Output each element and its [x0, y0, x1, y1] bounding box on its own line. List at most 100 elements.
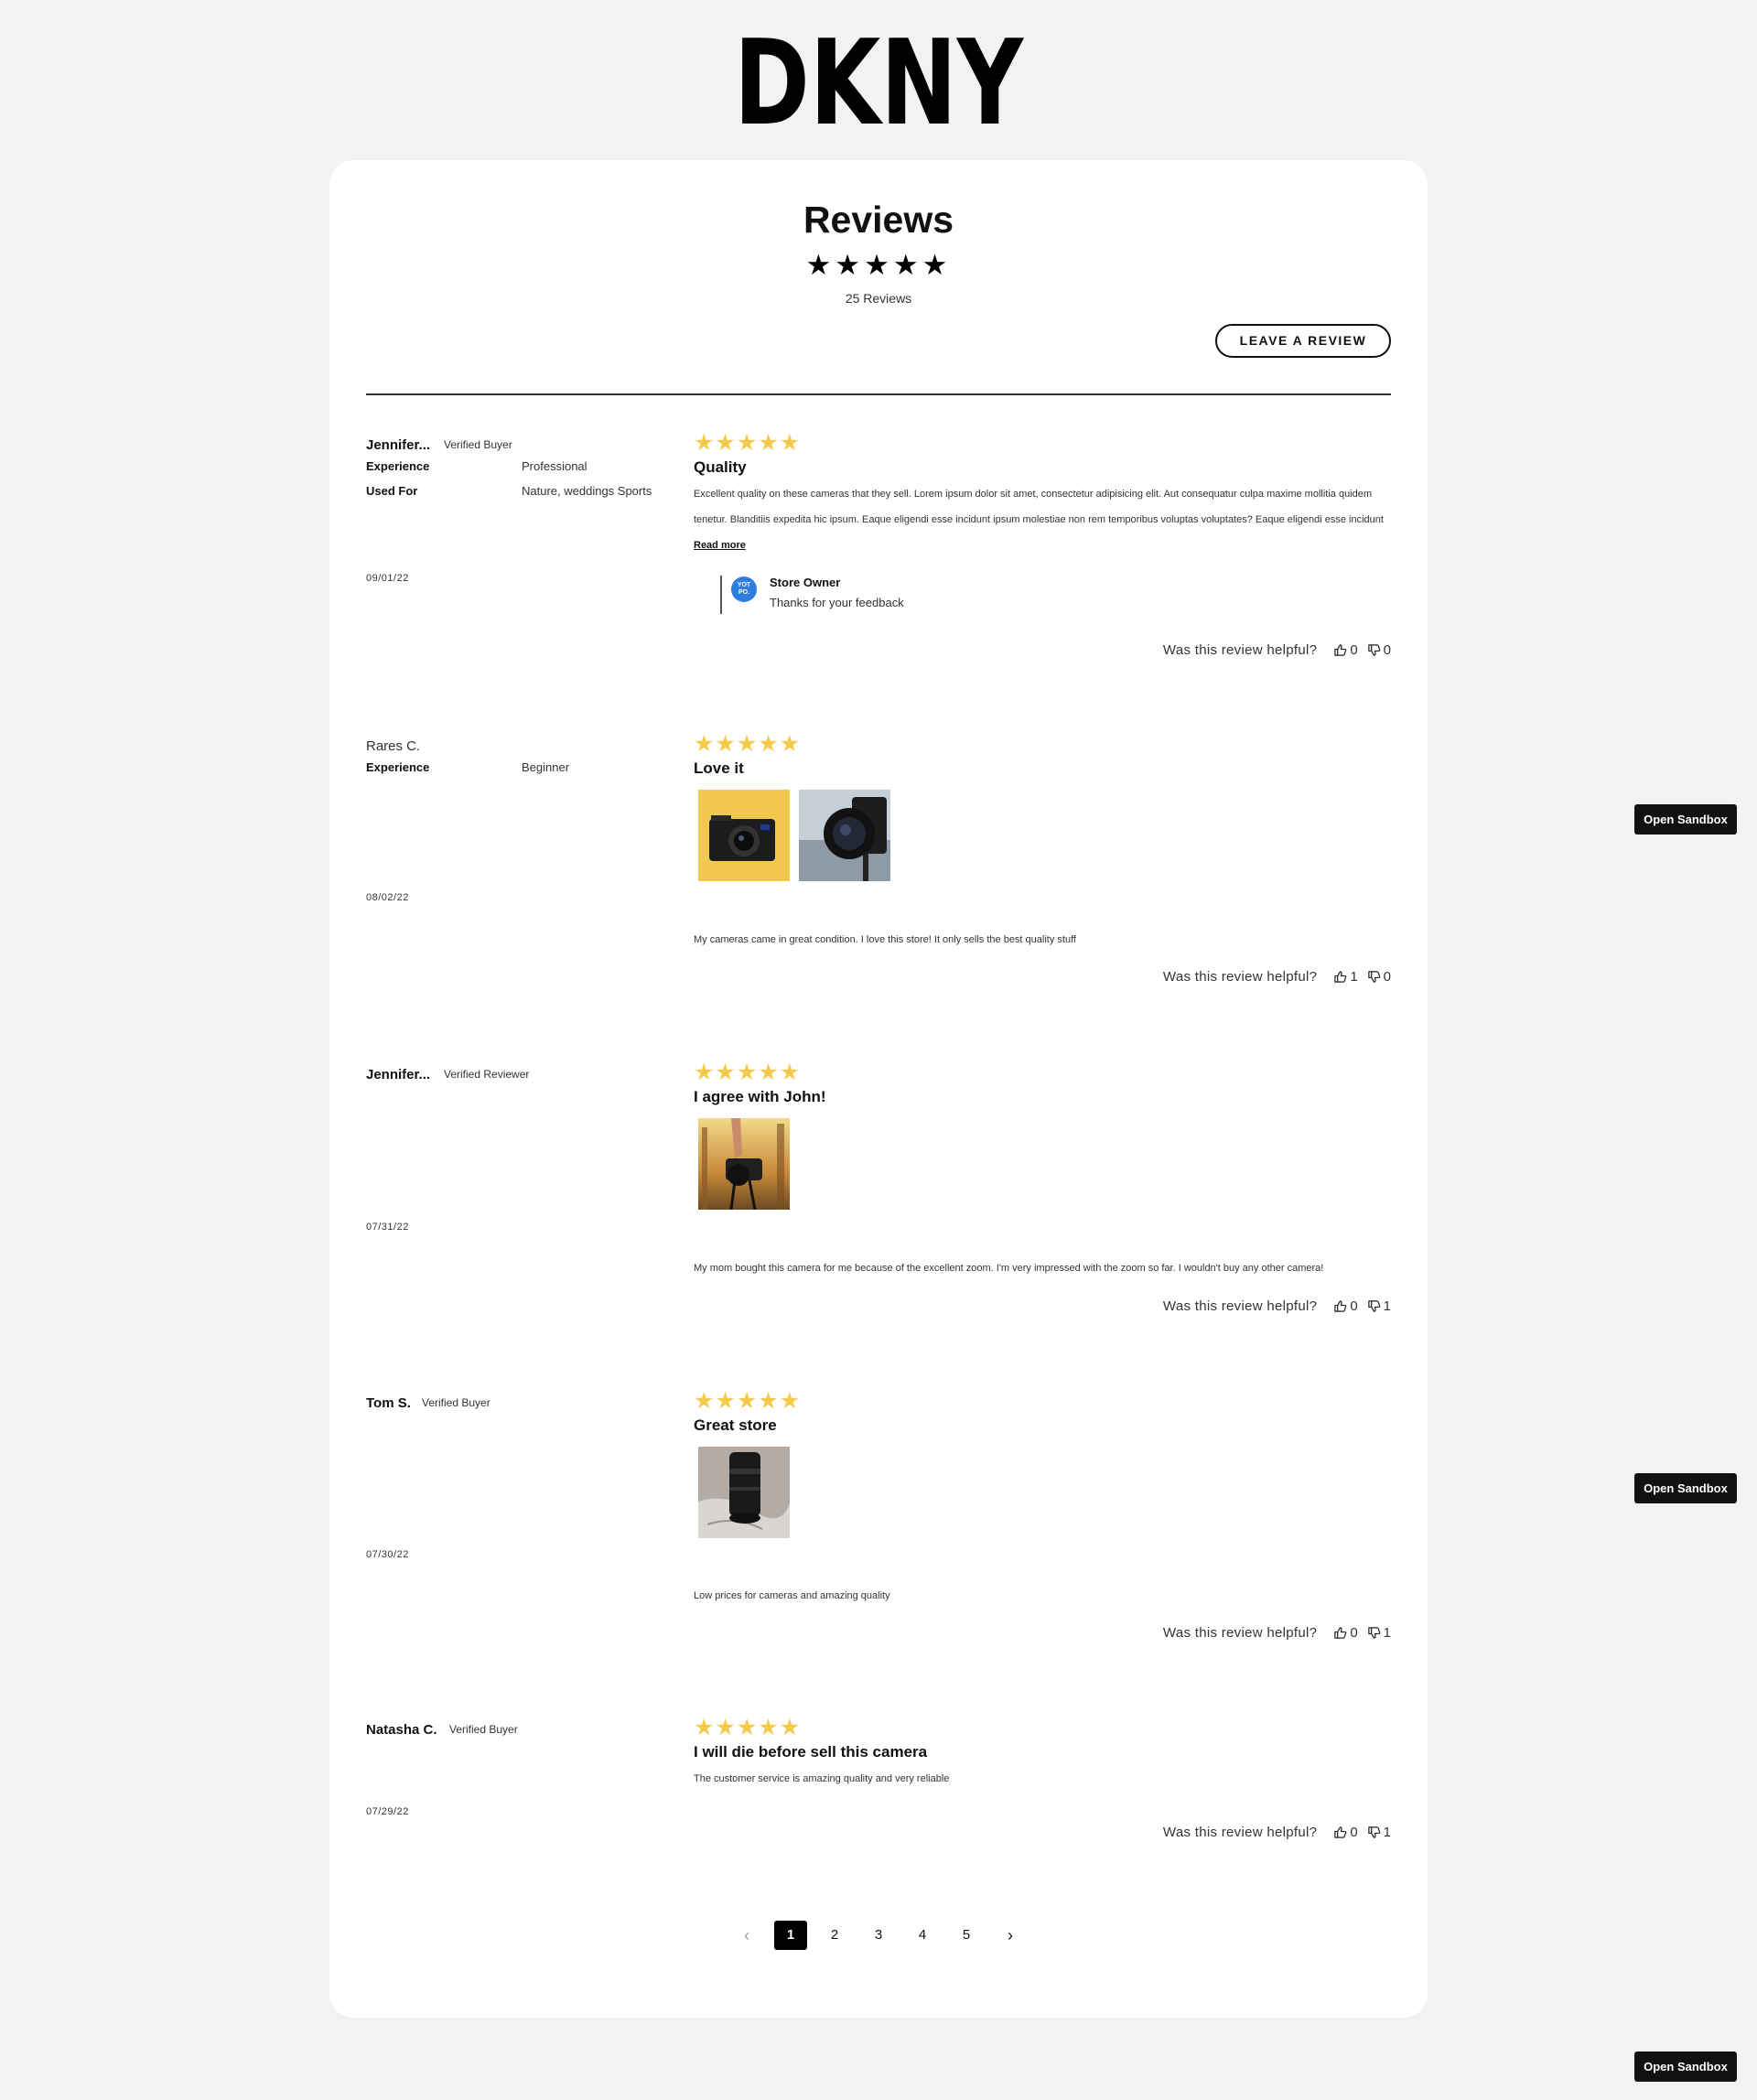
helpful-no-button[interactable]: 0: [1367, 969, 1391, 985]
helpful-yes-button[interactable]: 1: [1333, 969, 1358, 985]
thumbs-up-icon: [1334, 644, 1347, 656]
attribute-label: Used For: [366, 484, 418, 498]
review-stars: ★★★★★: [694, 1388, 802, 1414]
reviews-header: Reviews ★★★★★ 25 Reviews LEAVE A REVIEW: [329, 160, 1428, 396]
store-owner-reply: YOT PO. Store Owner Thanks for your feedba…: [720, 576, 995, 614]
review-title: Great store: [694, 1416, 777, 1434]
camera-hand-photo-icon: [698, 1118, 790, 1210]
helpful-yes-button[interactable]: 0: [1333, 642, 1358, 658]
page-5-button[interactable]: 5: [950, 1921, 983, 1950]
camera-photo-icon: [698, 790, 790, 881]
review-text: My cameras came in great condition. I lo…: [694, 934, 1076, 945]
review-photo[interactable]: [799, 790, 890, 881]
review-date: 07/31/22: [366, 1222, 409, 1233]
thumbs-up-icon: [1334, 1826, 1347, 1838]
page-4-button[interactable]: 4: [906, 1921, 939, 1950]
review-item: Jennifer... Verified Buyer Experience Pr…: [366, 396, 1391, 696]
helpful-no-button[interactable]: 1: [1367, 1298, 1391, 1314]
thumbs-down-icon: [1367, 644, 1380, 656]
review-text: My mom bought this camera for me because…: [694, 1263, 1324, 1274]
helpful-no-count: 0: [1383, 642, 1391, 658]
prev-page-button[interactable]: ‹: [730, 1921, 763, 1950]
reviewer-name: Tom S.: [366, 1395, 411, 1411]
helpful-row: Was this review helpful? 0 1: [1163, 1625, 1391, 1641]
helpful-no-count: 1: [1383, 1625, 1391, 1641]
review-body: My mom bought this camera for me because…: [694, 1255, 1389, 1281]
helpful-yes-count: 0: [1350, 1825, 1358, 1840]
page-1-button[interactable]: 1: [774, 1921, 807, 1950]
review-title: I agree with John!: [694, 1088, 826, 1105]
helpful-row: Was this review helpful? 0 1: [1163, 1825, 1391, 1840]
attribute-value: Nature, weddings Sports: [522, 484, 652, 498]
review-item: Rares C. Experience Beginner 08/02/22 ★★…: [366, 697, 1391, 1026]
verified-badge: Verified Buyer: [444, 438, 512, 451]
review-stars: ★★★★★: [694, 1060, 802, 1085]
open-sandbox-button[interactable]: Open Sandbox: [1634, 2052, 1737, 2082]
review-item: Tom S. Verified Buyer 07/30/22 ★★★★★ Gre…: [366, 1354, 1391, 1681]
open-sandbox-button[interactable]: Open Sandbox: [1634, 1473, 1737, 1503]
next-page-button[interactable]: ›: [994, 1921, 1027, 1950]
helpful-yes-button[interactable]: 0: [1333, 1825, 1358, 1840]
reviewer-name: Jennifer...: [366, 1067, 431, 1082]
divider: [366, 393, 1391, 395]
thumbs-down-icon: [1367, 1826, 1380, 1838]
attribute-value: Beginner: [522, 760, 570, 774]
review-body: Excellent quality on these cameras that …: [694, 481, 1389, 558]
reviewer-name: Rares C.: [366, 738, 421, 754]
thumbs-down-icon: [1367, 1300, 1380, 1312]
review-date: 07/29/22: [366, 1806, 409, 1817]
helpful-row: Was this review helpful? 1 0: [1163, 969, 1391, 985]
average-rating-stars: ★★★★★: [805, 249, 952, 281]
store-avatar: YOT PO.: [731, 576, 757, 602]
helpful-question: Was this review helpful?: [1162, 1825, 1318, 1840]
attribute-value: Professional: [522, 459, 587, 473]
reviewer-name: Natasha C.: [366, 1722, 437, 1738]
helpful-no-button[interactable]: 1: [1367, 1625, 1391, 1641]
review-date: 08/02/22: [366, 892, 409, 903]
review-text: Low prices for cameras and amazing quali…: [694, 1590, 890, 1601]
helpful-yes-count: 0: [1350, 1625, 1358, 1641]
verified-badge: Verified Reviewer: [444, 1068, 530, 1081]
helpful-yes-button[interactable]: 0: [1333, 1625, 1358, 1641]
page-3-button[interactable]: 3: [862, 1921, 895, 1950]
review-photo[interactable]: [698, 1118, 790, 1210]
owner-message: Thanks for your feedback: [770, 596, 904, 609]
review-body: Low prices for cameras and amazing quali…: [694, 1583, 1389, 1609]
review-photo[interactable]: [698, 1447, 790, 1538]
review-item: Natasha C. Verified Buyer 07/29/22 ★★★★★…: [366, 1681, 1391, 1880]
review-body: The customer service is amazing quality …: [694, 1766, 1389, 1792]
review-text: The customer service is amazing quality …: [694, 1773, 950, 1784]
open-sandbox-button[interactable]: Open Sandbox: [1634, 804, 1737, 835]
review-text: Excellent quality on these cameras that …: [694, 489, 1384, 525]
review-item: Jennifer... Verified Reviewer 07/31/22 ★…: [366, 1026, 1391, 1354]
review-stars: ★★★★★: [694, 430, 802, 456]
helpful-no-button[interactable]: 0: [1367, 642, 1391, 658]
thumbs-down-icon: [1367, 1627, 1380, 1639]
camera-lens-photo-icon: [698, 1447, 790, 1538]
leave-review-button[interactable]: LEAVE A REVIEW: [1215, 324, 1391, 358]
helpful-yes-count: 1: [1350, 969, 1358, 985]
helpful-yes-button[interactable]: 0: [1333, 1298, 1358, 1314]
review-stars: ★★★★★: [694, 731, 802, 757]
pagination: ‹ 1 2 3 4 5 ›: [329, 1921, 1428, 1950]
helpful-yes-count: 0: [1350, 642, 1358, 658]
review-body: My cameras came in great condition. I lo…: [694, 927, 1389, 953]
thumbs-down-icon: [1367, 971, 1380, 983]
owner-name: Store Owner: [770, 576, 841, 589]
helpful-no-button[interactable]: 1: [1367, 1825, 1391, 1840]
review-title: I will die before sell this camera: [694, 1743, 928, 1761]
review-photo[interactable]: [698, 790, 790, 881]
helpful-no-count: 1: [1383, 1298, 1391, 1314]
thumbs-up-icon: [1334, 1300, 1347, 1312]
thumbs-up-icon: [1334, 1627, 1347, 1639]
reviews-widget: Reviews ★★★★★ 25 Reviews LEAVE A REVIEW …: [329, 160, 1428, 2018]
page-2-button[interactable]: 2: [818, 1921, 851, 1950]
helpful-question: Was this review helpful?: [1162, 1298, 1318, 1314]
review-date: 07/30/22: [366, 1549, 409, 1560]
helpful-question: Was this review helpful?: [1162, 1625, 1318, 1641]
read-more-link[interactable]: Read more: [694, 540, 746, 551]
thumbs-up-icon: [1334, 971, 1347, 983]
attribute-label: Experience: [366, 760, 430, 774]
review-title: Love it: [694, 759, 744, 777]
review-title: Quality: [694, 458, 747, 476]
